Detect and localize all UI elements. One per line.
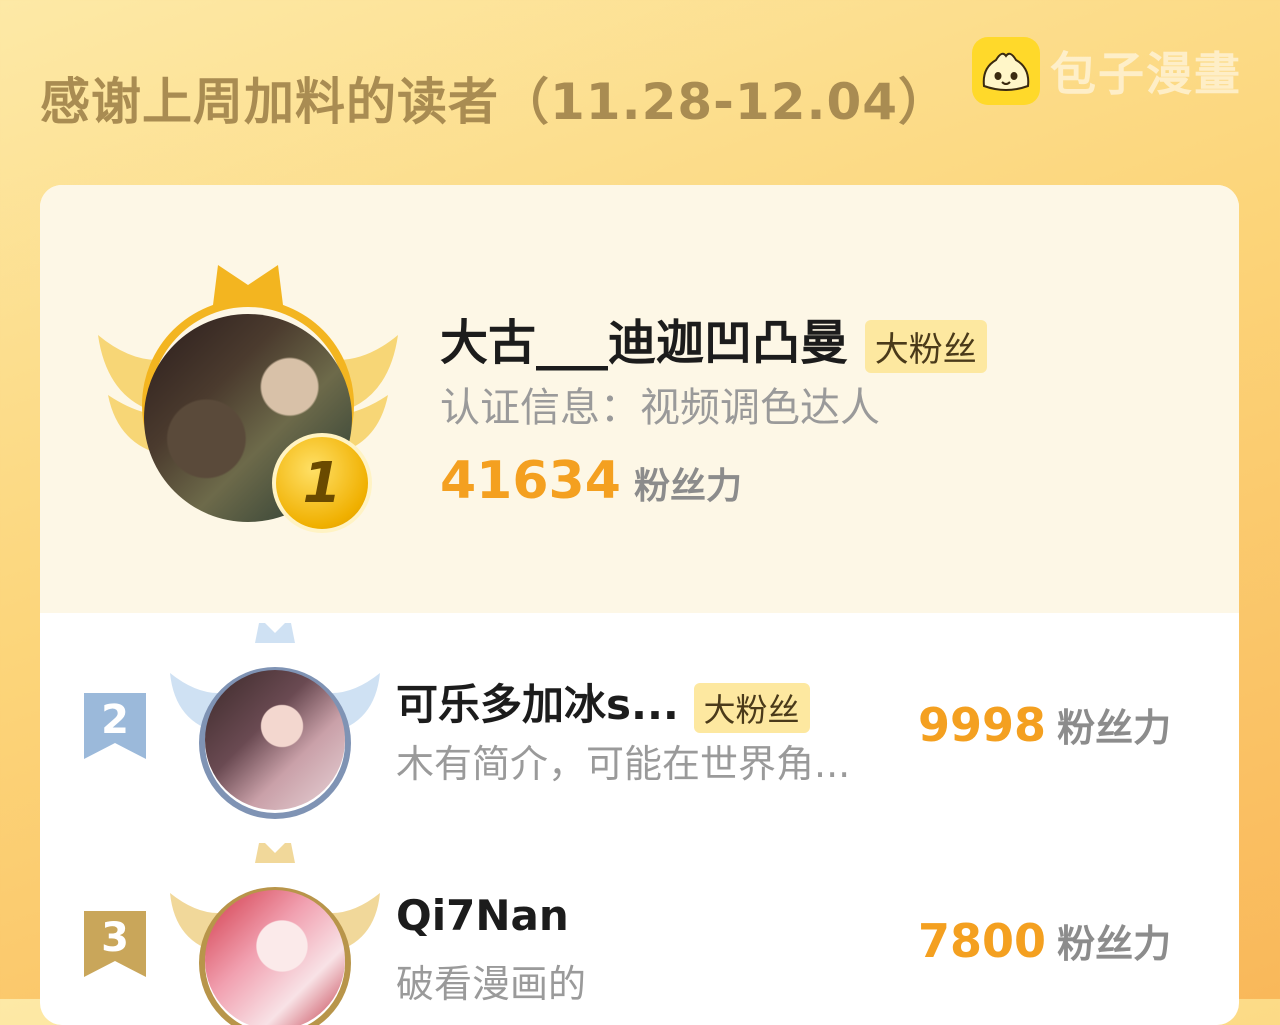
rank-number: 1: [302, 450, 342, 516]
fan-power-value: 9998: [918, 698, 1047, 752]
fan-power-unit: 粉丝力: [1057, 706, 1172, 750]
bun-icon: [972, 37, 1040, 105]
fan-power: 41634 粉丝力: [440, 451, 742, 511]
user-desc: 木有简介，可能在世界角...: [396, 742, 851, 786]
rank-number: 3: [101, 915, 129, 961]
user-name[interactable]: 大古___迪迦凹凸曼 大粉丝: [440, 303, 987, 373]
fan-power-value: 41634: [440, 451, 621, 511]
leaderboard-entry-1[interactable]: 1 大古___迪迦凹凸曼 大粉丝 认证信息：视频调色达人 41634 粉丝力: [40, 185, 1239, 613]
fan-power: 7800 粉丝力: [918, 913, 1171, 968]
rank-flag-2: 2: [84, 693, 146, 759]
fan-power-unit: 粉丝力: [1057, 922, 1172, 966]
fan-badge: 大粉丝: [864, 319, 987, 373]
rank-flag-3: 3: [84, 911, 146, 977]
user-name[interactable]: Qi7Nan: [396, 891, 569, 940]
fan-badge: 大粉丝: [693, 682, 810, 733]
rank-medal-1: 1: [272, 433, 372, 533]
user-name[interactable]: 可乐多加冰s... 大粉丝: [396, 671, 810, 733]
logo-text: 包子漫畫: [1050, 47, 1242, 101]
fan-power: 9998 粉丝力: [918, 697, 1171, 752]
avatar: [205, 670, 345, 810]
fan-power-unit: 粉丝力: [634, 466, 743, 507]
leaderboard-entry-3[interactable]: 3 Qi7Nan 破看漫画的 7800 粉丝力: [40, 833, 1239, 1025]
leaderboard-card: 1 大古___迪迦凹凸曼 大粉丝 认证信息：视频调色达人 41634 粉丝力 2: [40, 185, 1239, 1025]
leaderboard-entry-2[interactable]: 2 可乐多加冰s... 大粉丝 木有简介，可能在世界角... 9998 粉丝力: [40, 613, 1239, 833]
fan-power-value: 7800: [918, 914, 1047, 968]
avatar: [205, 890, 345, 1025]
page-title: 感谢上周加料的读者（11.28-12.04）: [40, 73, 950, 131]
app-logo: 包子漫畫: [972, 36, 1242, 106]
rank-number: 2: [101, 697, 129, 743]
user-desc: 认证信息：视频调色达人: [440, 385, 880, 431]
user-desc: 破看漫画的: [396, 962, 587, 1006]
